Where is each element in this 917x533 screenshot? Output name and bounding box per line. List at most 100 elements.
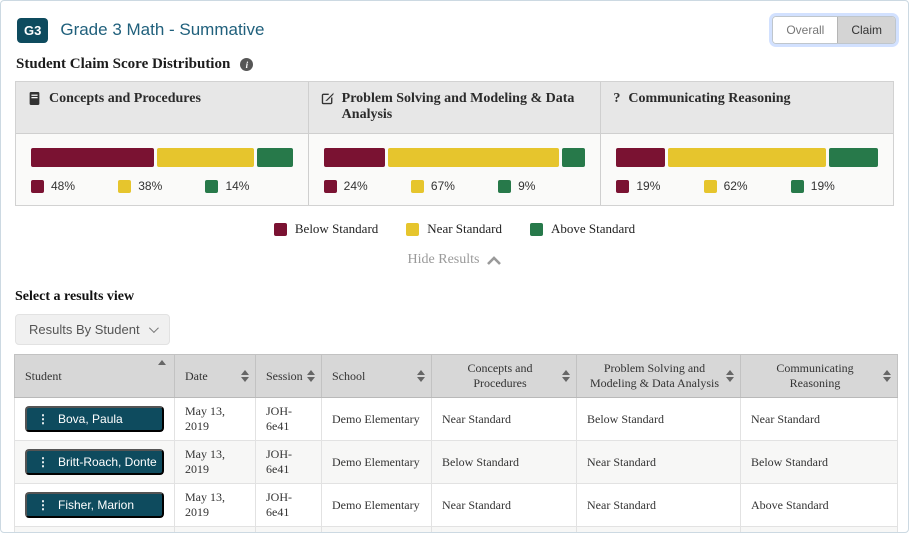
above-standard-percent: 9% [518,179,536,193]
near-standard-percent: 38% [138,179,163,193]
distribution-heading: Student Claim Score Distribution [16,56,231,72]
above-standard-percent: 19% [810,179,835,193]
below-standard-swatch [323,179,337,193]
school-cell: Demo Elementary [321,483,432,527]
below-standard-swatch [616,179,630,193]
page-title: Grade 3 Math - Summative [60,20,265,39]
edit-icon [321,92,334,109]
student-name: Britt-Roach, Donte [58,455,157,469]
claim-section: ? Communicating Reasoning 19% 62% 19% [600,82,894,205]
legend-label: Near Standard [427,221,502,236]
hide-results-link[interactable]: Hide Results [1,252,908,268]
results-view-dropdown[interactable]: Results By Student [15,314,170,345]
claim-distribution-bar [323,148,586,167]
near-standard-swatch [118,179,132,193]
column-header-session[interactable]: Session [255,354,322,398]
near-standard-swatch [410,179,424,193]
legend-swatch [273,222,287,236]
near-standard-segment [388,148,560,167]
claim-label: Problem Solving and Modeling & Data Anal… [341,91,575,122]
table-header-row: Student Date Session School Concepts and Pro… [14,354,898,398]
table-row: ⋮ Bova, Paula May 13, 2019 JOH-6e41 Demo… [14,397,898,441]
session-cell: JOH-6e41 [255,440,322,484]
column-header-problem-solving-and-modeling-data-analysis[interactable]: Problem Solving and Modeling & Data Anal… [576,354,741,398]
legend-swatch [530,222,543,236]
hide-results-label: Hide Results [407,252,480,267]
overall-toggle-button[interactable]: Overall [773,17,838,43]
claim-toggle-button[interactable]: Claim [837,17,895,43]
column-header-communicating-reasoning[interactable]: Communicating Reasoning [740,354,898,398]
session-cell: JOH-6e41 [255,397,322,441]
column-header-date[interactable]: Date [174,354,256,398]
kebab-menu-icon: ⋮ [37,412,49,426]
above-standard-swatch [790,179,804,193]
sort-icon [307,370,315,382]
column-header-concepts-and-procedures[interactable]: Concepts and Procedures [431,354,577,398]
school-cell: Demo Elementary [321,440,432,484]
student-name: Bova, Paula [58,412,123,426]
claim-distribution-bar [31,148,293,167]
legend-label: Above Standard [551,221,636,236]
results-view-toggle: Overall Claim [772,16,896,44]
communicating-score-cell: Near Standard [740,397,898,441]
near-standard-percent: 62% [723,179,748,193]
below-standard-percent: 24% [343,179,368,193]
above-standard-percent: 14% [225,179,250,193]
school-cell: Demo Elementary [321,397,432,441]
below-standard-swatch [31,179,44,193]
distribution-title-row: Student Claim Score Distribution i [1,50,908,81]
chevron-up-icon [487,255,502,265]
above-standard-swatch [498,179,512,193]
sort-ascending-icon [158,360,166,365]
near-standard-segment [156,148,254,167]
table-row: ⋮ Hackworth, Gwen May 13, 2019 JOH-6e41 … [14,526,898,532]
concepts-score-cell: Below Standard [431,526,577,532]
column-header-student[interactable]: Student [14,354,175,398]
results-view-heading: Select a results view [15,289,135,304]
problem-solving-score-cell: Below Standard [576,397,741,441]
above-standard-swatch [205,179,219,193]
info-icon[interactable]: i [240,58,254,71]
problem-solving-score-cell: Near Standard [576,483,741,527]
claim-label: Concepts and Procedures [49,91,201,106]
claim-label: Communicating Reasoning [628,91,791,106]
student-menu-button[interactable]: ⋮ Bova, Paula [25,406,164,432]
legend-swatch [406,222,420,236]
page-header: G3 Grade 3 Math - Summative Overall Clai… [1,1,908,50]
table-row: ⋮ Fisher, Marion May 13, 2019 JOH-6e41 D… [14,483,898,527]
date-cell: May 13, 2019 [174,483,256,527]
sort-icon [562,370,570,382]
session-cell: JOH-6e41 [255,526,322,532]
book-icon [28,92,41,109]
below-standard-segment [31,148,154,167]
concepts-score-cell: Near Standard [431,483,577,527]
chevron-down-icon [148,323,159,334]
table-row: ⋮ Britt-Roach, Donte May 13, 2019 JOH-6e… [14,440,898,484]
claim-distribution-bar [616,148,878,167]
column-header-school[interactable]: School [321,354,432,398]
grade-badge: G3 [17,17,49,43]
date-cell: May 13, 2019 [174,397,256,441]
legend-item: Near Standard [406,221,502,237]
below-standard-percent: 48% [51,179,76,193]
legend-label: Below Standard [294,221,379,236]
communicating-score-cell: Above Standard [740,483,898,527]
near-standard-percent: 67% [430,179,455,193]
student-menu-button[interactable]: ⋮ Fisher, Marion [25,492,164,518]
problem-solving-score-cell: Near Standard [576,440,741,484]
legend-item: Above Standard [530,221,635,237]
concepts-score-cell: Near Standard [431,397,577,441]
date-cell: May 13, 2019 [174,440,256,484]
concepts-score-cell: Below Standard [431,440,577,484]
report-page: G3 Grade 3 Math - Summative Overall Clai… [0,0,909,533]
question-icon: ? [613,91,621,106]
below-standard-percent: 19% [636,179,661,193]
sort-icon [417,370,425,382]
student-menu-button[interactable]: ⋮ Britt-Roach, Donte [25,449,164,475]
near-standard-swatch [703,179,717,193]
kebab-menu-icon: ⋮ [37,498,49,512]
date-cell: May 13, 2019 [174,526,256,532]
below-standard-segment [323,148,386,167]
session-cell: JOH-6e41 [255,483,322,527]
above-standard-segment [829,148,878,167]
